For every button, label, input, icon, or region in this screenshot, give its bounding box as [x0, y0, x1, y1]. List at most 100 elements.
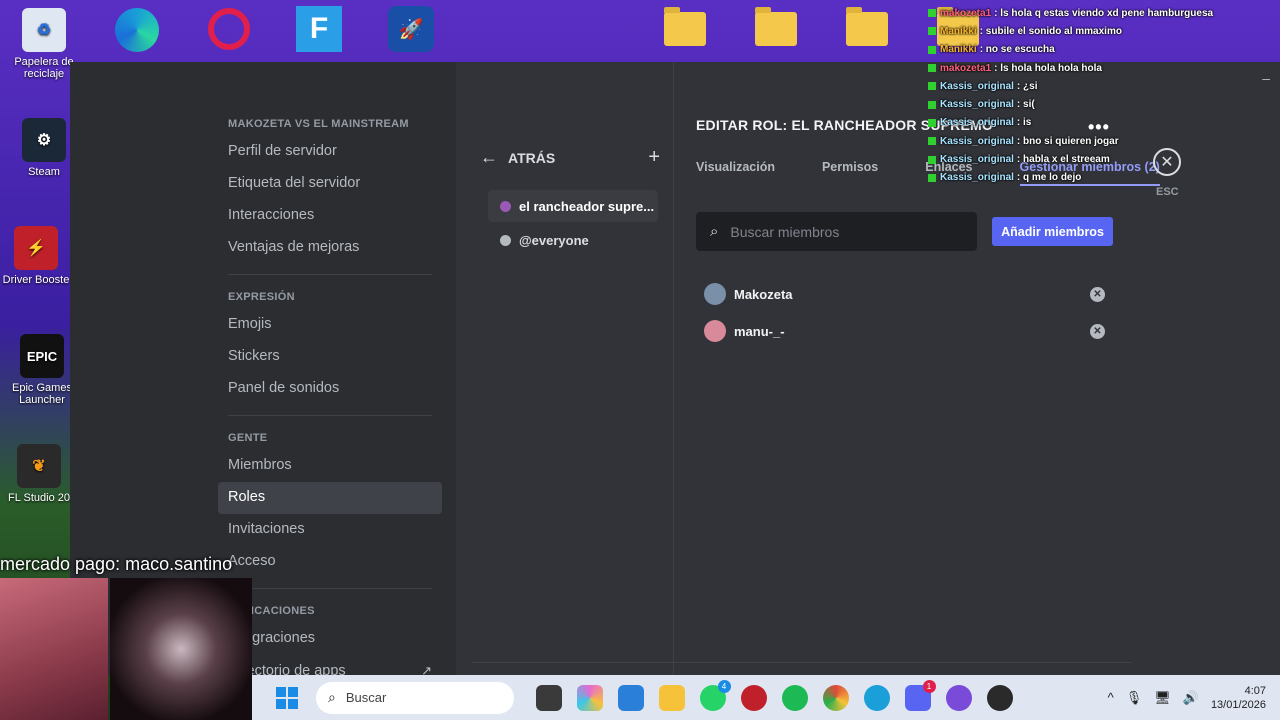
volume-icon[interactable]: 🔊 [1183, 690, 1199, 706]
desktop-icon-label: Epic Games Launcher [12, 382, 72, 406]
nav-item-access[interactable]: Acceso [218, 546, 442, 578]
file-explorer-icon[interactable] [535, 684, 562, 711]
windows-start-icon[interactable] [276, 686, 298, 709]
member-row: manu-_- ✕ [704, 319, 1105, 343]
spotify-icon[interactable] [781, 684, 808, 711]
overlay-image [110, 578, 252, 720]
chat-message: Manikki: no se escucha [928, 41, 1228, 59]
app-purple-icon[interactable] [945, 684, 972, 711]
fortnite-icon[interactable]: F [296, 6, 342, 52]
store-icon[interactable] [617, 684, 644, 711]
notification-badge: 1 [922, 679, 936, 693]
nav-item-interactions[interactable]: Interacciones [218, 200, 442, 232]
desktop-icon-epic-games[interactable]: EPIC Epic Games Launcher [7, 334, 77, 406]
arrow-left-icon: ← [480, 147, 498, 167]
nav-item-members[interactable]: Miembros [218, 450, 442, 482]
chat-message: Kassis_original: bno si quieren jogar [928, 132, 1228, 150]
desktop-icon-label: Papelera de reciclaje [14, 56, 74, 80]
taskbar-apps: 4 1 [528, 679, 1020, 711]
system-tray: ^ 🎙 🖥 🔊 4:07 13/01/2026 [1108, 684, 1266, 712]
whatsapp-icon[interactable]: 4 [699, 679, 731, 711]
chat-badge-icon [928, 45, 936, 54]
app-red-icon[interactable] [740, 684, 767, 711]
copilot-icon[interactable] [576, 684, 603, 711]
steam-icon: ⚙ [22, 118, 66, 162]
remove-member-icon[interactable]: ✕ [1090, 323, 1105, 339]
chat-message: Kassis_original: habla x el streeam [928, 150, 1228, 168]
nav-item-server-profile[interactable]: Perfil de servidor [218, 136, 442, 168]
recycle-bin-icon: ♻ [22, 8, 66, 52]
tab-permissions[interactable]: Permisos [822, 160, 878, 186]
search-icon: ⌕ [710, 223, 719, 240]
chat-badge-icon [928, 100, 936, 109]
taskbar-search[interactable]: ⌕ Buscar [316, 681, 514, 714]
chat-user: makozeta1 [940, 62, 992, 74]
roles-list: ← ATRÁS + el rancheador supre... @everyo… [456, 62, 674, 675]
add-role-icon[interactable]: + [648, 146, 660, 169]
folder-icon[interactable] [658, 684, 685, 711]
nav-item-boost-perks[interactable]: Ventajas de mejoras [218, 232, 442, 264]
tab-display[interactable]: Visualización [696, 160, 775, 186]
role-color-dot [500, 200, 511, 212]
microphone-icon[interactable]: 🎙 [1126, 690, 1143, 706]
chat-badge-icon [928, 155, 936, 164]
esc-label: ESC [1156, 186, 1179, 198]
desktop-icon-label: Driver Booste [2, 274, 70, 286]
avatar [704, 320, 726, 342]
obs-icon[interactable] [986, 684, 1013, 711]
nav-item-emojis[interactable]: Emojis [218, 309, 442, 341]
role-name: @everyone [519, 232, 589, 248]
edge-icon[interactable] [863, 684, 890, 711]
chat-user: makozeta1 [940, 7, 992, 19]
taskbar: ⌕ Buscar 4 1 ^ 🎙 🖥 🔊 4:07 13/01/2026 [252, 675, 1280, 720]
avatar [704, 283, 726, 305]
chat-user: Kassis_original [940, 172, 1014, 184]
desktop-icon-fl-studio[interactable]: ❦ FL Studio 20 [4, 444, 74, 504]
divider [228, 274, 432, 275]
search-members-input[interactable] [730, 223, 951, 240]
chat-text: : subile el sonido al mmaximo [979, 25, 1122, 37]
chat-text: : ls hola hola hola hola [994, 62, 1102, 74]
chat-user: Manikki [940, 25, 977, 37]
back-label: ATRÁS [508, 149, 556, 166]
discord-icon[interactable]: 1 [904, 679, 936, 711]
divider [228, 588, 432, 589]
nav-item-soundboard[interactable]: Panel de sonidos [218, 373, 442, 405]
chat-text: : ls hola q estas viendo xd pene hamburg… [994, 7, 1214, 19]
chat-badge-icon [928, 173, 936, 182]
folder-icon[interactable] [846, 7, 888, 46]
network-icon[interactable]: 🖥 [1154, 690, 1171, 706]
clock[interactable]: 4:07 13/01/2026 [1211, 684, 1266, 712]
external-link-icon: ↗ [421, 663, 432, 675]
nav-item-roles[interactable]: Roles [218, 482, 442, 514]
folder-icon[interactable] [755, 7, 797, 46]
member-name: Makozeta [734, 286, 793, 302]
folder-icon[interactable] [664, 7, 706, 46]
chat-user: Manikki [940, 44, 977, 56]
add-members-button[interactable]: Añadir miembros [992, 217, 1113, 246]
edge-icon[interactable] [115, 8, 159, 52]
desktop-icon-recycle-bin[interactable]: ♻ Papelera de reciclaje [9, 8, 79, 80]
chevron-up-icon[interactable]: ^ [1108, 690, 1114, 705]
role-item[interactable]: el rancheador supre... [488, 190, 658, 222]
role-item[interactable]: @everyone [488, 224, 658, 256]
chat-text: : is [1016, 117, 1032, 129]
member-search[interactable]: ⌕ [696, 212, 977, 251]
remove-member-icon[interactable]: ✕ [1090, 286, 1105, 302]
epic-games-icon: EPIC [20, 334, 64, 378]
chrome-icon[interactable] [822, 684, 849, 711]
search-icon: ⌕ [328, 689, 336, 705]
chat-message: Kassis_original: q me lo dejo [928, 169, 1228, 187]
opera-icon[interactable] [208, 8, 250, 50]
desktop-icon-steam[interactable]: ⚙ Steam [9, 118, 79, 178]
chat-badge-icon [928, 9, 936, 18]
rocket-league-icon[interactable]: 🚀 [388, 6, 434, 52]
member-name: manu-_- [734, 323, 785, 339]
nav-item-invites[interactable]: Invitaciones [218, 514, 442, 546]
back-button[interactable]: ← ATRÁS + [480, 146, 660, 169]
stream-chat: makozeta1: ls hola q estas viendo xd pen… [928, 4, 1228, 187]
chat-badge-icon [928, 82, 936, 91]
desktop-icon-driver-booster[interactable]: ⚡ Driver Booste [1, 226, 71, 286]
nav-item-server-tag[interactable]: Etiqueta del servidor [218, 168, 442, 200]
nav-item-stickers[interactable]: Stickers [218, 341, 442, 373]
